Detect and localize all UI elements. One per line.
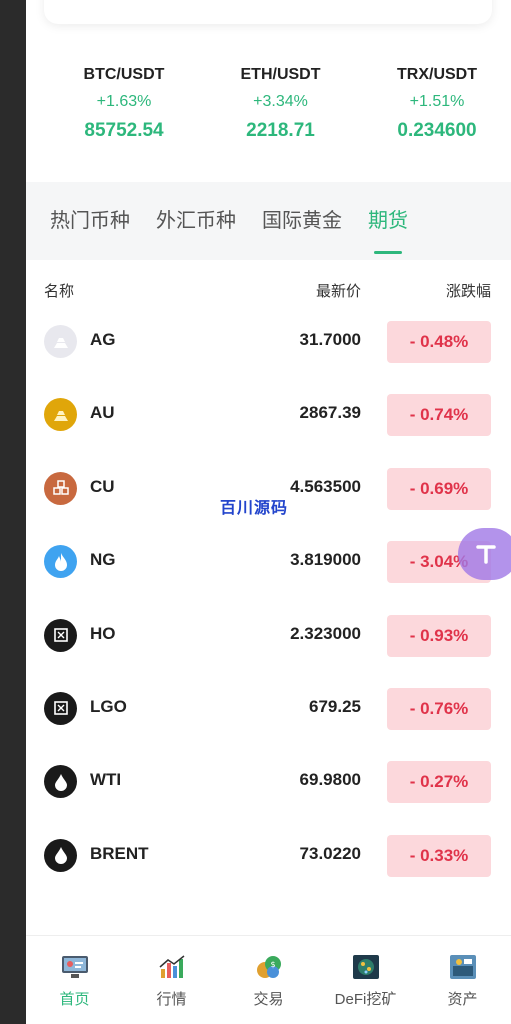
list-header: 名称 最新价 涨跌幅 (26, 272, 511, 308)
ticker-strip: BTC/USDT +1.63% 85752.54 ETH/USDT +3.34%… (26, 62, 511, 172)
ticker-pair: TRX/USDT (397, 66, 477, 83)
tab-futures[interactable]: 期货 (368, 182, 408, 260)
ticker-eth[interactable]: ETH/USDT +3.34% 2218.71 (221, 62, 341, 172)
change-badge: - 0.33% (387, 834, 491, 877)
change-badge: - 0.48% (387, 321, 491, 363)
gold-bars-icon (44, 398, 77, 432)
nav-label: DeFi挖矿 (334, 991, 397, 1008)
floating-assistant-button[interactable] (458, 528, 511, 580)
home-screen-icon (61, 954, 89, 980)
ticker-pair: BTC/USDT (83, 66, 165, 83)
ticker-pair: ETH/USDT (240, 66, 321, 83)
header-change: 涨跌幅 (445, 283, 491, 300)
coin-name: AU (90, 403, 115, 423)
list-item[interactable]: BRENT 73.0220 - 0.33% (26, 819, 511, 892)
change-badge: - 0.27% (387, 761, 491, 804)
nav-assets[interactable]: 资产 (414, 936, 511, 1024)
market-chart-icon (158, 954, 186, 980)
tab-hot-coins[interactable]: 热门币种 (50, 182, 130, 260)
coin-price: 69.9800 (299, 770, 361, 790)
ticker-trx[interactable]: TRX/USDT +1.51% 0.234600 (377, 62, 497, 172)
copper-blocks-icon (44, 471, 77, 505)
coin-price: 4.563500 (290, 476, 361, 496)
flame-icon (44, 545, 77, 579)
coin-price: 31.7000 (299, 330, 361, 349)
svg-text:$: $ (270, 960, 275, 969)
list-item[interactable]: HO 2.323000 - 0.93% (26, 599, 511, 672)
coin-name: WTI (90, 770, 122, 790)
ticker-change: +3.34% (253, 93, 308, 110)
change-badge: - 0.74% (387, 394, 491, 437)
coin-name: CU (90, 476, 115, 496)
tab-forex[interactable]: 外汇币种 (156, 182, 236, 260)
change-badge: - 0.93% (387, 614, 491, 657)
change-badge: - 0.69% (387, 467, 491, 510)
ticker-price: 85752.54 (84, 120, 164, 141)
nav-trade[interactable]: $ 交易 (220, 936, 317, 1024)
coin-name: AG (90, 330, 116, 349)
list-item[interactable]: AG 31.7000 - 0.48% (26, 305, 511, 378)
coin-name: LGO (90, 696, 127, 716)
ticker-change: +1.63% (96, 93, 152, 110)
oil-barrel-icon (44, 618, 77, 652)
watermark-text: 百川源码 (220, 500, 289, 517)
coin-name: NG (90, 550, 116, 570)
header-price: 最新价 (315, 283, 361, 300)
banner-card[interactable] (44, 0, 492, 24)
t-logo-icon (476, 545, 496, 564)
change-badge: - 0.76% (387, 687, 491, 730)
list-item[interactable]: LGO 679.25 - 0.76% (26, 672, 511, 745)
coin-price: 2867.39 (299, 403, 361, 423)
nav-home[interactable]: 首页 (26, 936, 123, 1024)
mining-icon (352, 954, 380, 980)
silver-bars-icon (44, 325, 77, 358)
coin-price: 73.0220 (299, 843, 361, 863)
ticker-price: 0.234600 (397, 120, 477, 141)
nav-market[interactable]: 行情 (123, 936, 220, 1024)
list-item[interactable]: NG 3.819000 - 3.04% (26, 525, 511, 598)
nav-label: 交易 (253, 991, 284, 1008)
oil-barrel-icon (44, 691, 77, 725)
coin-name: BRENT (90, 843, 149, 863)
ticker-change: +1.51% (409, 93, 465, 110)
coins-icon: $ (255, 954, 283, 980)
futures-list: AG 31.7000 - 0.48% AU 2867.39 - 0.74% CU… (26, 305, 511, 892)
assets-icon (449, 954, 477, 980)
header-name: 名称 (44, 283, 75, 300)
ticker-btc[interactable]: BTC/USDT +1.63% 85752.54 (64, 62, 184, 172)
oil-drop-icon (44, 838, 77, 872)
tab-gold[interactable]: 国际黄金 (262, 182, 342, 260)
list-item[interactable]: AU 2867.39 - 0.74% (26, 378, 511, 451)
coin-name: HO (90, 623, 116, 643)
nav-label: 首页 (59, 991, 90, 1008)
bottom-nav: 首页 行情 $ 交易 DeFi挖矿 资产 (26, 935, 511, 1024)
coin-price: 3.819000 (290, 550, 361, 570)
coin-price: 2.323000 (290, 623, 361, 643)
nav-label: 行情 (156, 991, 187, 1008)
nav-label: 资产 (447, 991, 478, 1008)
coin-price: 679.25 (309, 696, 361, 716)
ticker-price: 2218.71 (246, 120, 315, 141)
oil-drop-icon (44, 765, 77, 799)
category-tabs: 热门币种 外汇币种 国际黄金 期货 (26, 182, 511, 260)
nav-defi-mining[interactable]: DeFi挖矿 (317, 936, 414, 1024)
list-item[interactable]: WTI 69.9800 - 0.27% (26, 745, 511, 818)
app-screen: BTC/USDT +1.63% 85752.54 ETH/USDT +3.34%… (26, 0, 511, 1024)
